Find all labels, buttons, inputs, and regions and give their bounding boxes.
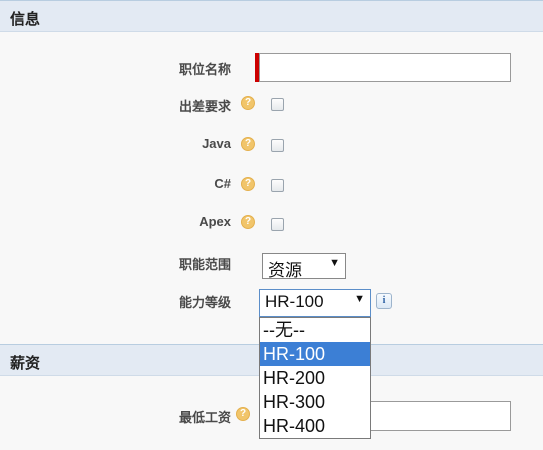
travel-checkbox[interactable] [271, 98, 284, 111]
info-icon[interactable]: i [376, 293, 392, 309]
min-salary-label: 最低工资 [178, 410, 231, 425]
level-select[interactable]: HR-100 ▼ [259, 289, 371, 317]
dropdown-arrow-icon: ▼ [354, 293, 365, 305]
java-label: Java [202, 136, 231, 151]
position-name-input[interactable] [259, 53, 511, 82]
dropdown-arrow-icon: ▼ [329, 257, 340, 269]
level-label: 能力等级 [178, 295, 231, 310]
help-icon[interactable]: ? [241, 215, 255, 229]
help-icon[interactable]: ? [241, 137, 255, 151]
level-select-value: HR-100 [265, 292, 324, 311]
apex-label: Apex [199, 214, 231, 229]
dropdown-option[interactable]: --无-- [260, 318, 370, 342]
function-label: 职能范围 [178, 257, 231, 272]
help-icon[interactable]: ? [241, 177, 255, 191]
info-section-title: 信息 [10, 11, 41, 28]
salary-section-title: 薪资 [10, 355, 41, 372]
function-select-value: 资源 [268, 261, 302, 280]
function-select[interactable]: 资源 ▼ [262, 253, 346, 280]
travel-label: 出差要求 [178, 99, 231, 114]
csharp-checkbox[interactable] [271, 179, 284, 192]
position-name-label: 职位名称 [178, 62, 231, 77]
info-section-header: 信息 [0, 0, 543, 32]
dropdown-option[interactable]: HR-100 [260, 342, 370, 366]
help-icon[interactable]: ? [241, 96, 255, 110]
apex-checkbox[interactable] [271, 218, 284, 231]
dropdown-option[interactable]: HR-300 [260, 390, 370, 414]
level-dropdown-list: --无-- HR-100 HR-200 HR-300 HR-400 [259, 317, 371, 439]
help-icon[interactable]: ? [236, 407, 250, 421]
dropdown-option[interactable]: HR-200 [260, 366, 370, 390]
dropdown-option[interactable]: HR-400 [260, 414, 370, 438]
java-checkbox[interactable] [271, 139, 284, 152]
csharp-label: C# [214, 176, 231, 191]
